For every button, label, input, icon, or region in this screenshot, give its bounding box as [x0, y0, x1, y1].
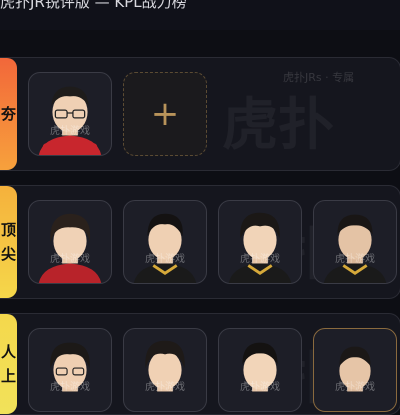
- card-watermark: 虎扑游戏: [335, 254, 375, 265]
- card-watermark: 虎扑游戏: [240, 382, 280, 393]
- card-watermark: 虎扑游戏: [240, 254, 280, 265]
- card-watermark: 虎扑游戏: [145, 254, 185, 265]
- player-card[interactable]: 虎扑游戏: [123, 200, 207, 284]
- player-photo: [50, 342, 90, 392]
- tier-label-char: 顶: [0, 221, 16, 239]
- page-title: 虎扑JR锐评版 — KPL战力榜: [0, 0, 187, 11]
- tier-label-tab: 人 上: [0, 314, 17, 414]
- card-watermark: 虎扑游戏: [50, 254, 90, 265]
- player-photo: [133, 213, 197, 283]
- watermark-text: 虎扑: [222, 93, 334, 158]
- player-photo: [228, 212, 292, 283]
- player-photo: [38, 213, 102, 283]
- player-card[interactable]: 虎扑游戏: [123, 328, 207, 412]
- plus-icon: +: [150, 94, 180, 134]
- player-photo: [323, 214, 387, 283]
- tier-label: 夯: [0, 105, 16, 123]
- add-player-slot[interactable]: +: [123, 72, 207, 156]
- tier-label-tab: 顶 尖: [0, 186, 17, 298]
- player-card[interactable]: 虎扑游戏: [28, 328, 112, 412]
- tier-label-char: 人: [0, 343, 16, 361]
- watermark-small: 虎扑JRs · 专属: [283, 71, 355, 84]
- tier-label-char: 上: [0, 367, 16, 385]
- player-card[interactable]: 虎扑游戏: [28, 72, 112, 156]
- tier-label-tab: 夯: [0, 58, 17, 170]
- player-photo: [38, 86, 102, 155]
- player-photo: [145, 340, 185, 392]
- player-card[interactable]: 虎扑游戏: [218, 328, 302, 412]
- header-bar: 虎扑JR锐评版 — KPL战力榜: [0, 0, 400, 30]
- player-card[interactable]: 虎扑游戏: [28, 200, 112, 284]
- card-watermark: 虎扑游戏: [50, 382, 90, 393]
- card-watermark: 虎扑游戏: [145, 382, 185, 393]
- player-card[interactable]: 虎扑游戏: [313, 328, 397, 412]
- player-photo: [339, 346, 371, 392]
- card-watermark: 虎扑游戏: [50, 126, 90, 137]
- card-watermark: 虎扑游戏: [335, 382, 375, 393]
- tier-section-2: 顶 尖 虎扑 虎扑游戏 虎扑游戏 虎扑游戏: [0, 185, 400, 299]
- player-photo: [242, 342, 278, 392]
- tier-section-1: 夯 虎扑 虎扑JRs · 专属 虎扑游戏 +: [0, 57, 400, 171]
- tier-label-char: 尖: [0, 245, 16, 263]
- player-card[interactable]: 虎扑游戏: [313, 200, 397, 284]
- player-card[interactable]: 虎扑游戏: [218, 200, 302, 284]
